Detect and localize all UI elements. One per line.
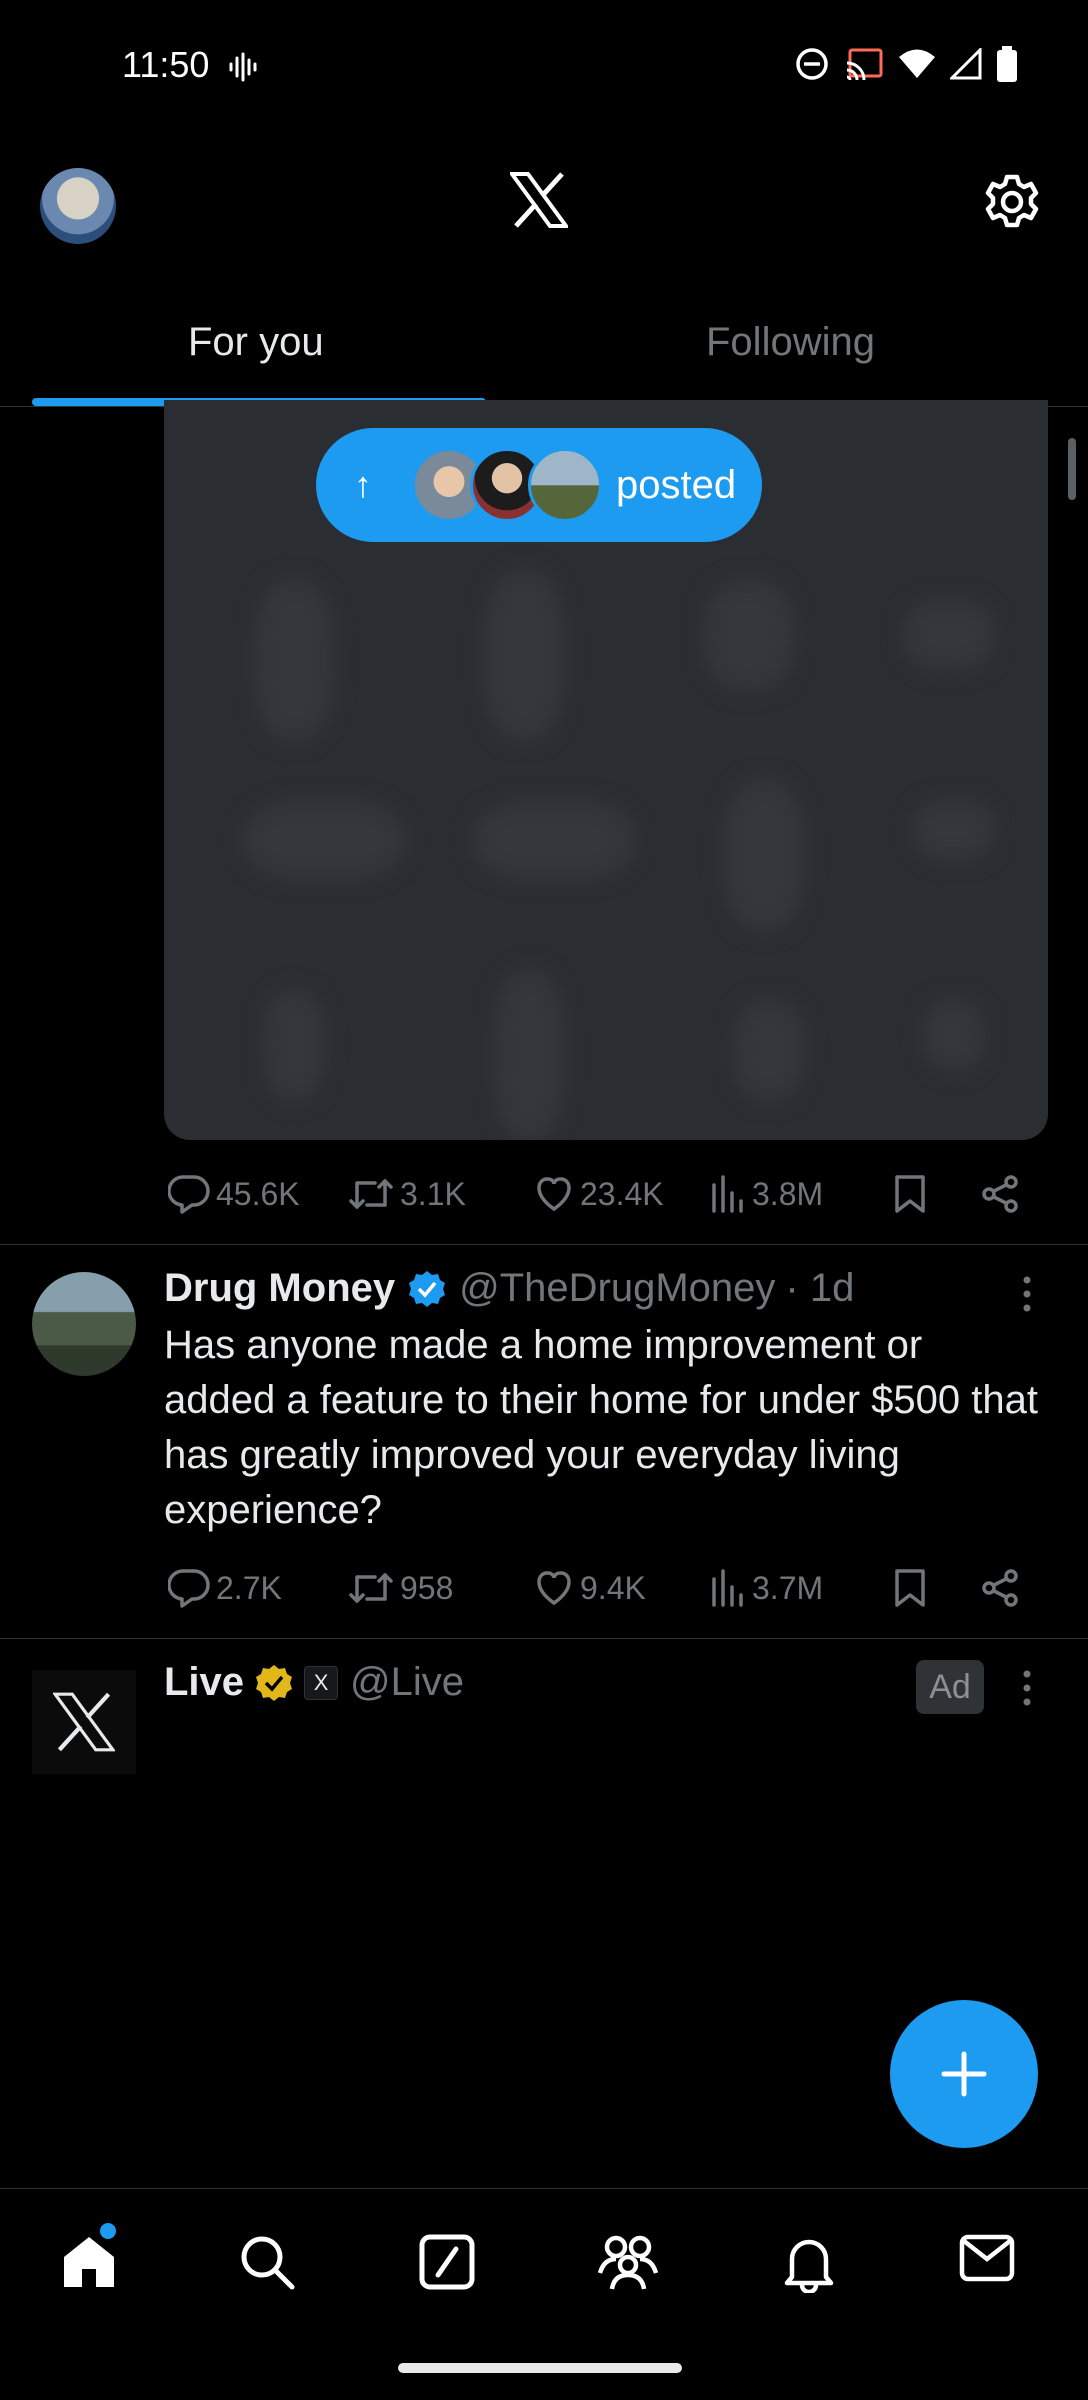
arrow-up-icon: ↑	[354, 464, 372, 505]
views-icon	[712, 1569, 743, 1607]
like-button[interactable]: 9.4K	[534, 1570, 646, 1607]
heart-icon	[537, 1571, 571, 1606]
heart-icon	[537, 1177, 571, 1212]
cast-icon	[846, 48, 883, 81]
pill-avatars	[412, 448, 602, 522]
divider	[0, 1244, 1088, 1245]
settings-gear-icon[interactable]	[982, 172, 1042, 237]
author-name[interactable]: Live	[164, 1660, 244, 1705]
ad-badge: Ad	[916, 1660, 984, 1714]
reply-button[interactable]: 45.6K	[168, 1174, 300, 1214]
author-handle[interactable]: @Live	[350, 1660, 464, 1705]
tab-following[interactable]: Following	[706, 320, 875, 365]
repost-button[interactable]: 958	[348, 1569, 453, 1607]
x-logo-icon	[53, 1692, 115, 1752]
bookmark-icon	[895, 1569, 925, 1607]
verified-badge-icon	[409, 1270, 446, 1307]
affiliate-badge-label: X	[313, 1669, 329, 1695]
search-icon	[241, 2236, 295, 2290]
pill-label: posted	[616, 462, 737, 507]
status-time: 11:50	[122, 44, 210, 85]
like-count: 9.4K	[580, 1569, 646, 1606]
reply-button[interactable]: 2.7K	[168, 1568, 282, 1608]
repost-icon	[349, 1179, 393, 1209]
scrollbar[interactable]	[1068, 438, 1076, 500]
battery-icon	[997, 46, 1017, 82]
like-button[interactable]: 23.4K	[534, 1176, 664, 1213]
reply-icon	[168, 1569, 210, 1608]
share-button[interactable]	[980, 1568, 1026, 1608]
x-logo-icon[interactable]	[508, 172, 570, 233]
nav-home[interactable]	[60, 2233, 118, 2296]
bottom-navigation	[0, 2188, 1088, 2339]
nav-grok[interactable]	[418, 2233, 476, 2296]
views-button[interactable]: 3.7M	[710, 1569, 823, 1607]
bookmark-button[interactable]	[894, 1174, 932, 1214]
messages-icon	[959, 2234, 1015, 2282]
avatar[interactable]	[32, 1272, 136, 1376]
post-actions: 2.7K 958 9.4K 3.7M	[164, 1560, 1054, 1616]
post-text: Has anyone made a home improvement or ad…	[164, 1323, 1038, 1532]
tab-for-you[interactable]: For you	[188, 320, 324, 365]
more-options-icon[interactable]	[1014, 1274, 1040, 1319]
reply-icon	[168, 1175, 210, 1214]
post-header: Live X @Live	[164, 1660, 464, 1705]
nav-search[interactable]	[238, 2233, 296, 2296]
gesture-bar[interactable]	[398, 2363, 682, 2373]
bookmark-button[interactable]	[894, 1568, 932, 1608]
more-options-icon[interactable]	[1014, 1668, 1040, 1713]
home-icon	[64, 2237, 114, 2287]
repost-count: 3.1K	[400, 1175, 466, 1212]
nav-communities[interactable]	[596, 2233, 660, 2296]
author-handle[interactable]: @TheDrugMoney	[459, 1266, 775, 1311]
avatar	[528, 448, 602, 522]
grok-icon	[419, 2234, 475, 2290]
do-not-disturb-icon	[796, 48, 828, 80]
reply-count: 2.7K	[216, 1569, 282, 1606]
new-posts-pill[interactable]: ↑ posted	[316, 428, 762, 542]
plus-icon	[941, 2051, 987, 2097]
nav-messages[interactable]	[958, 2233, 1016, 2288]
repost-icon	[349, 1573, 393, 1603]
timeline-tabs: For you Following	[0, 300, 1088, 407]
divider	[0, 1638, 1088, 1639]
reply-count: 45.6K	[216, 1175, 300, 1212]
profile-avatar[interactable]	[40, 168, 116, 244]
share-icon	[982, 1569, 1018, 1607]
communities-icon	[597, 2235, 659, 2290]
wifi-icon	[899, 49, 935, 78]
voice-activity-icon	[228, 52, 258, 87]
like-count: 23.4K	[580, 1175, 664, 1212]
notification-dot	[100, 2223, 116, 2239]
post-actions: 45.6K 3.1K 23.4K 3.8M	[164, 1166, 1054, 1222]
post-time: · 1d	[785, 1266, 855, 1310]
affiliate-badge-icon: X	[304, 1665, 339, 1700]
views-count: 3.8M	[752, 1175, 824, 1212]
status-icons	[794, 46, 1018, 82]
share-icon	[982, 1175, 1018, 1213]
repost-count: 958	[400, 1569, 454, 1606]
nav-notifications[interactable]	[780, 2233, 838, 2298]
repost-button[interactable]: 3.1K	[348, 1175, 466, 1213]
bookmark-icon	[895, 1175, 925, 1213]
author-name[interactable]: Drug Money	[164, 1266, 395, 1311]
gold-verified-badge-icon	[256, 1664, 293, 1701]
views-count: 3.7M	[752, 1569, 824, 1606]
views-icon	[712, 1175, 743, 1213]
views-button[interactable]: 3.8M	[710, 1175, 823, 1213]
compose-button[interactable]	[890, 2000, 1038, 2148]
post-header: Drug Money @TheDrugMoney · 1d	[164, 1266, 854, 1311]
share-button[interactable]	[980, 1174, 1026, 1214]
notifications-icon	[784, 2239, 834, 2295]
avatar[interactable]	[32, 1670, 136, 1774]
signal-icon	[950, 48, 982, 80]
